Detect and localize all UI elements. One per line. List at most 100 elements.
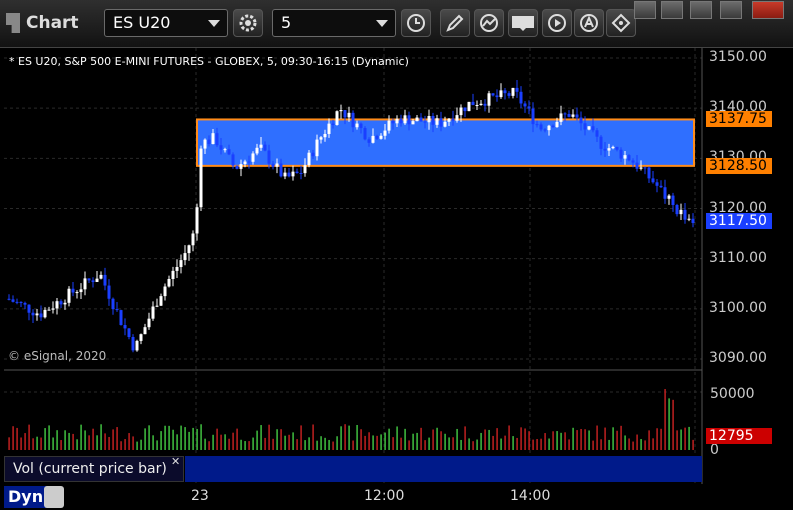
price-chart[interactable] bbox=[0, 48, 793, 510]
candle-body bbox=[203, 139, 207, 149]
candle-body bbox=[39, 313, 43, 318]
app-title: Chart bbox=[6, 8, 79, 38]
volume-bar bbox=[20, 437, 22, 450]
dynamic-mode-label[interactable]: Dyn bbox=[4, 486, 48, 508]
volume-bar bbox=[164, 425, 166, 450]
candle-body bbox=[207, 139, 211, 145]
volume-bar bbox=[504, 435, 506, 450]
candle-body bbox=[443, 121, 447, 127]
volume-bar bbox=[112, 429, 114, 450]
symbol-input[interactable]: ES U20 bbox=[104, 9, 228, 37]
volume-bar bbox=[204, 438, 206, 450]
candle-body bbox=[267, 150, 271, 164]
volume-bar bbox=[244, 441, 246, 450]
volume-bar bbox=[292, 432, 294, 450]
volume-bar bbox=[600, 439, 602, 450]
candle-body bbox=[27, 304, 31, 313]
volume-bar bbox=[192, 427, 194, 450]
candle-body bbox=[159, 296, 163, 306]
price-badge: 3137.75 bbox=[706, 111, 772, 128]
alert-button[interactable] bbox=[606, 9, 636, 37]
candle-body bbox=[391, 120, 395, 124]
minimize-window-button[interactable] bbox=[661, 1, 683, 19]
candle-body bbox=[395, 118, 399, 124]
candle-body bbox=[427, 115, 431, 123]
candle-body bbox=[243, 161, 247, 165]
volume-bar bbox=[432, 429, 434, 450]
volume-bar bbox=[508, 425, 510, 450]
volume-bar bbox=[636, 434, 638, 450]
candle-body bbox=[439, 118, 443, 127]
volume-bar bbox=[296, 439, 298, 450]
volume-bar bbox=[316, 440, 318, 450]
volume-bar bbox=[588, 430, 590, 450]
close-window-button[interactable] bbox=[752, 1, 784, 19]
volume-bar bbox=[120, 441, 122, 450]
volume-bar bbox=[52, 437, 54, 450]
volume-bar bbox=[688, 426, 690, 450]
volume-bar bbox=[212, 434, 214, 450]
candle-body bbox=[187, 245, 191, 254]
candle-body bbox=[611, 146, 615, 149]
get-data-icon bbox=[512, 16, 534, 31]
volume-study-label[interactable]: Vol (current price bar) bbox=[4, 456, 184, 482]
candle-body bbox=[511, 87, 515, 96]
volume-bar bbox=[220, 434, 222, 450]
volume-bar bbox=[408, 440, 410, 450]
volume-bar bbox=[548, 438, 550, 450]
volume-bar bbox=[336, 436, 338, 450]
pin-window-button[interactable] bbox=[634, 1, 656, 19]
volume-bar bbox=[68, 432, 70, 450]
settings-button[interactable] bbox=[233, 9, 263, 37]
candle-body bbox=[371, 135, 375, 143]
restore-window-button[interactable] bbox=[690, 1, 712, 19]
candle-body bbox=[167, 278, 171, 287]
volume-bar bbox=[352, 440, 354, 450]
time-axis-label: 12:00 bbox=[364, 488, 405, 504]
candle-body bbox=[327, 123, 331, 134]
close-study-icon[interactable]: ✕ bbox=[171, 455, 180, 468]
price-axis-label: 3150.00 bbox=[709, 49, 767, 65]
candle-body bbox=[431, 115, 435, 125]
time-button[interactable] bbox=[401, 9, 431, 37]
draw-button[interactable] bbox=[440, 9, 470, 37]
candle-body bbox=[619, 149, 623, 159]
maximize-window-button[interactable] bbox=[720, 1, 742, 19]
play-button[interactable] bbox=[542, 9, 572, 37]
symbol-dropdown-chevron-icon[interactable] bbox=[208, 20, 220, 27]
candle-body bbox=[471, 101, 475, 106]
volume-bar bbox=[304, 440, 306, 450]
volume-bar bbox=[12, 426, 14, 450]
candle-body bbox=[47, 309, 51, 311]
candle-body bbox=[603, 148, 607, 151]
interval-dropdown-chevron-icon[interactable] bbox=[376, 20, 388, 27]
volume-bar bbox=[536, 438, 538, 450]
candle-body bbox=[599, 136, 603, 149]
volume-current-badge: 12795 bbox=[706, 428, 772, 444]
candle-body bbox=[7, 298, 11, 300]
volume-bar bbox=[16, 427, 18, 450]
candle-body bbox=[403, 115, 407, 124]
candle-body bbox=[563, 113, 567, 115]
study-button[interactable] bbox=[474, 9, 504, 37]
volume-bar bbox=[300, 425, 302, 450]
candle-body bbox=[15, 301, 19, 303]
volume-bar bbox=[284, 435, 286, 450]
volume-bar bbox=[56, 430, 58, 450]
candle-body bbox=[351, 112, 355, 128]
text-button[interactable] bbox=[574, 9, 604, 37]
get-data-button[interactable] bbox=[508, 9, 538, 37]
volume-bar bbox=[48, 425, 50, 450]
candle-body bbox=[527, 106, 531, 109]
candle-body bbox=[343, 110, 347, 118]
volume-bar bbox=[564, 432, 566, 450]
interval-input[interactable]: 5 bbox=[272, 9, 396, 37]
candle-body bbox=[667, 195, 671, 199]
volume-bar bbox=[612, 427, 614, 450]
candle-body bbox=[175, 267, 179, 271]
volume-bar bbox=[388, 428, 390, 450]
a-text-icon bbox=[580, 14, 598, 32]
lock-icon[interactable] bbox=[44, 486, 64, 508]
candle-body bbox=[271, 163, 275, 167]
volume-bar bbox=[452, 437, 454, 450]
